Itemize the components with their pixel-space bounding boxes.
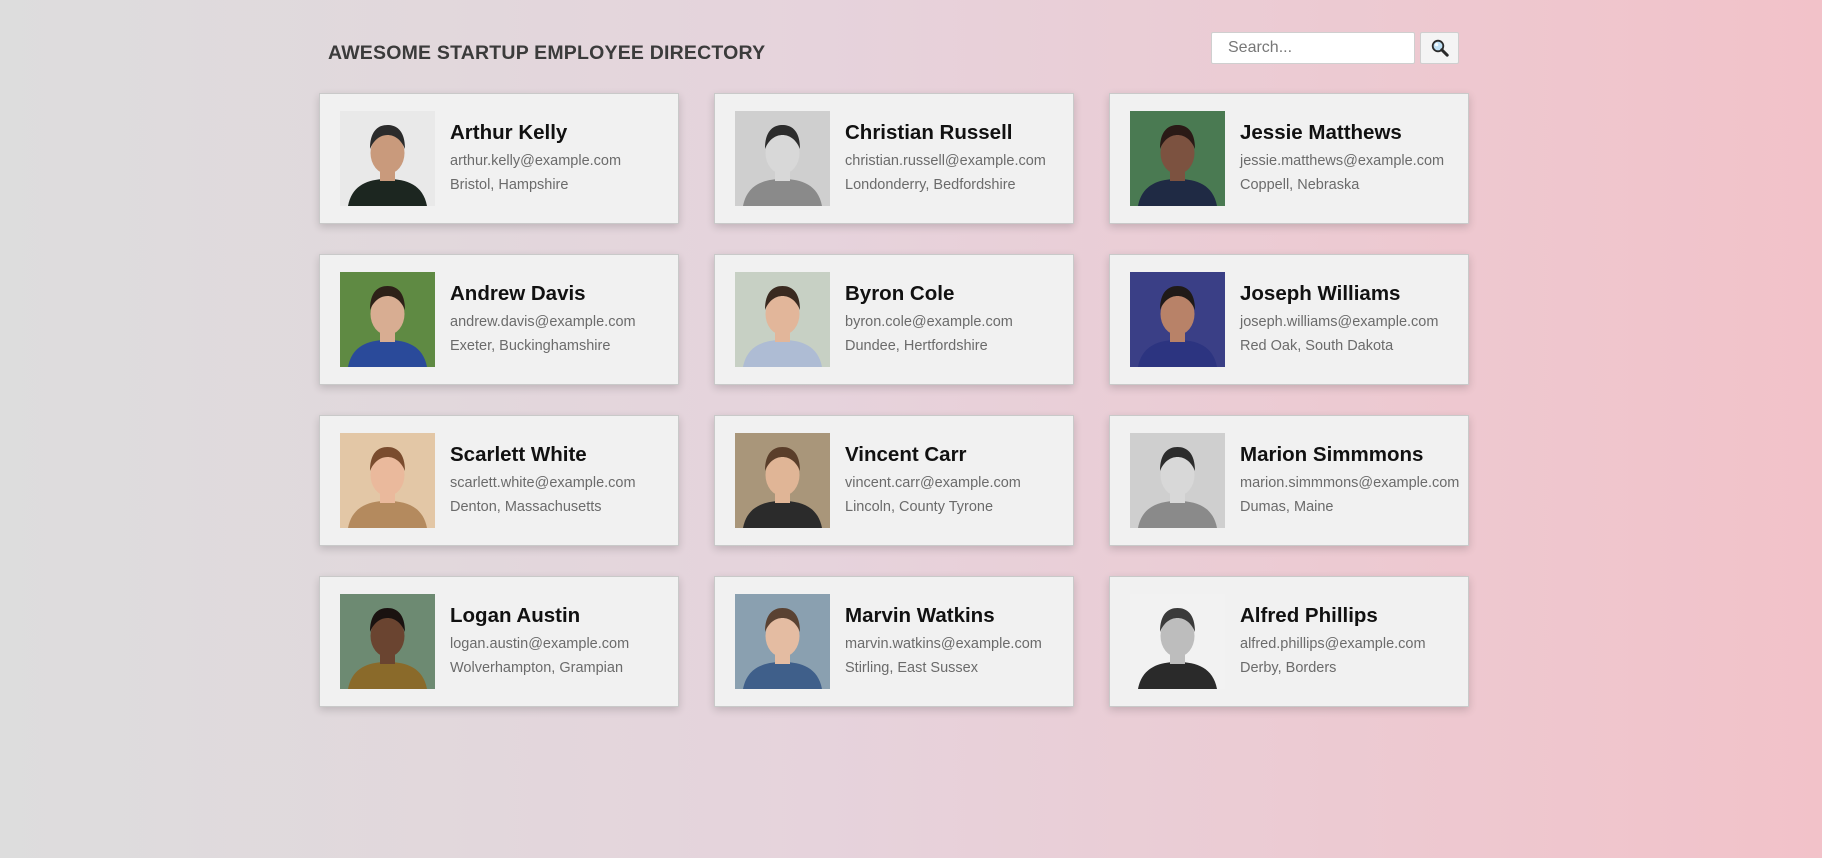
avatar-photo [1130, 272, 1225, 367]
magnifier-icon [1431, 39, 1449, 57]
avatar [340, 111, 435, 206]
avatar-photo [735, 272, 830, 367]
avatar-photo [735, 594, 830, 689]
employee-location: Dundee, Hertfordshire [845, 338, 988, 354]
employee-card[interactable]: Alfred Phillips alfred.phillips@example.… [1109, 576, 1469, 707]
employee-email: logan.austin@example.com [450, 636, 630, 652]
search-form [1211, 32, 1459, 64]
employee-info: Marion Simmmons marion.simmmons@example.… [1240, 443, 1459, 519]
avatar [735, 594, 830, 689]
employee-info: Christian Russell christian.russell@exam… [845, 121, 1046, 197]
employee-card[interactable]: Andrew Davis andrew.davis@example.com Ex… [319, 254, 679, 385]
employee-email: vincent.carr@example.com [845, 475, 1021, 491]
avatar [735, 111, 830, 206]
employee-email: joseph.williams@example.com [1240, 314, 1439, 330]
employee-info: Marvin Watkins marvin.watkins@example.co… [845, 604, 1042, 680]
avatar [735, 433, 830, 528]
avatar-photo [340, 594, 435, 689]
employee-info: Alfred Phillips alfred.phillips@example.… [1240, 604, 1426, 680]
employee-name: Logan Austin [450, 604, 581, 627]
directory-container: AWESOME STARTUP EMPLOYEE DIRECTORY Searc… [318, 0, 1470, 707]
avatar-photo [1130, 111, 1225, 206]
employee-info: Scarlett White scarlett.white@example.co… [450, 443, 636, 519]
employee-location: Bristol, Hampshire [450, 177, 569, 193]
employee-location: Stirling, East Sussex [845, 660, 978, 676]
employee-card[interactable]: Vincent Carr vincent.carr@example.com Li… [714, 415, 1074, 546]
employee-card[interactable]: Marvin Watkins marvin.watkins@example.co… [714, 576, 1074, 707]
avatar-photo [735, 111, 830, 206]
employee-location: Londonderry, Bedfordshire [845, 177, 1016, 193]
employee-email: marion.simmmons@example.com [1240, 475, 1460, 491]
employee-name: Alfred Phillips [1240, 604, 1378, 627]
employee-info: Jessie Matthews jessie.matthews@example.… [1240, 121, 1444, 197]
search-button[interactable] [1420, 32, 1459, 64]
employee-name: Jessie Matthews [1240, 121, 1402, 144]
employee-location: Wolverhampton, Grampian [450, 660, 624, 676]
avatar-photo [340, 272, 435, 367]
employee-name: Byron Cole [845, 282, 955, 305]
employee-name: Christian Russell [845, 121, 1013, 144]
employee-location: Dumas, Maine [1240, 499, 1334, 515]
employee-location: Exeter, Buckinghamshire [450, 338, 611, 354]
search-input[interactable] [1211, 32, 1415, 64]
employee-card[interactable]: Arthur Kelly arthur.kelly@example.com Br… [319, 93, 679, 224]
employee-info: Joseph Williams joseph.williams@example.… [1240, 282, 1438, 358]
employee-location: Red Oak, South Dakota [1240, 338, 1394, 354]
avatar [1130, 594, 1225, 689]
employee-info: Vincent Carr vincent.carr@example.com Li… [845, 443, 1021, 519]
employee-location: Coppell, Nebraska [1240, 177, 1360, 193]
avatar-photo [1130, 433, 1225, 528]
employee-name: Vincent Carr [845, 443, 967, 466]
employee-card[interactable]: Christian Russell christian.russell@exam… [714, 93, 1074, 224]
avatar-photo [735, 433, 830, 528]
avatar [1130, 111, 1225, 206]
employee-card[interactable]: Scarlett White scarlett.white@example.co… [319, 415, 679, 546]
employee-name: Scarlett White [450, 443, 587, 466]
employee-card[interactable]: Byron Cole byron.cole@example.com Dundee… [714, 254, 1074, 385]
avatar [340, 433, 435, 528]
employee-email: marvin.watkins@example.com [845, 636, 1042, 652]
employee-card[interactable]: Logan Austin logan.austin@example.com Wo… [319, 576, 679, 707]
employee-name: Marvin Watkins [845, 604, 995, 627]
avatar [1130, 272, 1225, 367]
employee-name: Arthur Kelly [450, 121, 568, 144]
avatar [735, 272, 830, 367]
employee-info: Arthur Kelly arthur.kelly@example.com Br… [450, 121, 621, 197]
header: AWESOME STARTUP EMPLOYEE DIRECTORY [318, 0, 1470, 93]
employee-card[interactable]: Marion Simmmons marion.simmmons@example.… [1109, 415, 1469, 546]
avatar-photo [1130, 594, 1225, 689]
employee-email: byron.cole@example.com [845, 314, 1013, 330]
employee-info: Byron Cole byron.cole@example.com Dundee… [845, 282, 1013, 358]
avatar [340, 272, 435, 367]
employee-email: arthur.kelly@example.com [450, 153, 622, 169]
employee-name: Andrew Davis [450, 282, 586, 305]
employee-grid: Arthur Kelly arthur.kelly@example.com Br… [319, 93, 1469, 707]
employee-card[interactable]: Joseph Williams joseph.williams@example.… [1109, 254, 1469, 385]
employee-location: Lincoln, County Tyrone [845, 499, 994, 515]
employee-info: Logan Austin logan.austin@example.com Wo… [450, 604, 629, 680]
avatar-photo [340, 111, 435, 206]
employee-location: Denton, Massachusetts [450, 499, 602, 515]
avatar [340, 594, 435, 689]
employee-email: christian.russell@example.com [845, 153, 1046, 169]
employee-email: jessie.matthews@example.com [1240, 153, 1445, 169]
avatar [1130, 433, 1225, 528]
employee-email: scarlett.white@example.com [450, 475, 636, 491]
employee-name: Joseph Williams [1240, 282, 1401, 305]
employee-location: Derby, Borders [1240, 660, 1337, 676]
employee-email: alfred.phillips@example.com [1240, 636, 1426, 652]
employee-card[interactable]: Jessie Matthews jessie.matthews@example.… [1109, 93, 1469, 224]
employee-name: Marion Simmmons [1240, 443, 1424, 466]
employee-email: andrew.davis@example.com [450, 314, 636, 330]
page-title: AWESOME STARTUP EMPLOYEE DIRECTORY [328, 42, 766, 64]
avatar-photo [340, 433, 435, 528]
employee-info: Andrew Davis andrew.davis@example.com Ex… [450, 282, 636, 358]
